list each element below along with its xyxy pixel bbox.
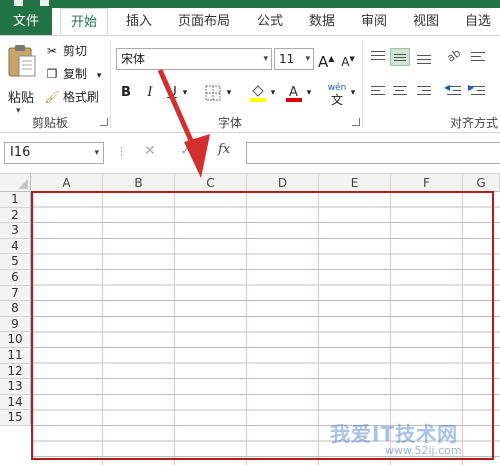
formula-input[interactable] (246, 142, 500, 164)
cancel-icon[interactable]: ✕ (144, 143, 156, 159)
more-icon: ⋮ (116, 145, 127, 158)
column-header-f[interactable]: F (391, 174, 463, 192)
phonetic-button[interactable]: wén 文 (326, 82, 348, 106)
title-bar (0, 0, 500, 8)
formula-bar: I16 ▾ ⋮ ✕ ✓ fx (0, 133, 500, 174)
tab-file[interactable]: 文件 (0, 8, 52, 35)
row-header-5[interactable]: 5 (0, 254, 31, 270)
chevron-down-icon[interactable]: ▾ (180, 82, 190, 104)
font-group-label: 字体 (217, 116, 242, 130)
tab-insert[interactable]: 插入 (116, 8, 162, 35)
tab-home[interactable]: 开始 (60, 8, 108, 35)
align-middle-icon[interactable] (390, 48, 410, 66)
tab-page-layout[interactable]: 页面布局 (168, 8, 240, 35)
wrap-text-icon[interactable] (468, 48, 488, 66)
chevron-down-icon[interactable]: ▾ (304, 82, 314, 104)
decrease-indent-icon[interactable]: ◀ (444, 82, 464, 100)
chevron-down-icon: ▾ (263, 54, 268, 64)
row-header-1[interactable]: 1 (0, 192, 31, 208)
row-header-4[interactable]: 4 (0, 238, 31, 255)
align-right-icon[interactable] (414, 82, 434, 100)
clipboard-group-label: 剪贴板 (31, 116, 68, 130)
row-header-13[interactable]: 13 (0, 379, 31, 395)
paste-icon (8, 45, 36, 77)
insert-function-icon[interactable]: fx (218, 142, 230, 157)
chevron-down-icon: ▾ (96, 71, 102, 81)
row-header-9[interactable]: 9 (0, 316, 31, 333)
align-center-icon[interactable] (390, 82, 410, 100)
group-divider (110, 40, 111, 128)
paint-bucket-icon (250, 84, 266, 102)
align-top-icon[interactable] (368, 48, 388, 66)
row-header-6[interactable]: 6 (0, 270, 31, 286)
name-box[interactable]: I16 ▾ (4, 142, 104, 164)
font-color-button[interactable]: A (284, 82, 304, 104)
select-all-corner[interactable] (0, 174, 31, 192)
shrink-font-button[interactable]: A▼ (340, 48, 356, 70)
chevron-down-icon: ▾ (305, 54, 310, 64)
row-header-7[interactable]: 7 (0, 285, 31, 302)
font-size-select[interactable]: 11 ▾ (274, 48, 314, 70)
grow-font-button[interactable]: A▲ (318, 48, 334, 71)
chevron-down-icon[interactable]: ▾ (268, 82, 278, 104)
group-divider (362, 40, 363, 128)
row-header-8[interactable]: 8 (0, 301, 31, 317)
bold-button[interactable]: B (118, 82, 134, 104)
row-header-3[interactable]: 3 (0, 223, 31, 239)
column-header-c[interactable]: C (175, 174, 247, 192)
column-header-b[interactable]: B (103, 174, 175, 192)
paste-label: 粘贴 (8, 91, 35, 106)
format-painter-button[interactable]: 🖌 格式刷 (44, 87, 99, 107)
clipboard-launcher-icon[interactable] (100, 118, 108, 126)
align-left-icon[interactable] (368, 82, 388, 100)
tab-formulas[interactable]: 公式 (248, 8, 292, 35)
watermark-text: 我爱IT技术网 (330, 422, 459, 446)
alignment-group-label: 对齐方式 (449, 116, 498, 130)
italic-button[interactable]: I (142, 82, 158, 104)
confirm-icon[interactable]: ✓ (180, 143, 192, 159)
scissors-icon: ✂ (46, 44, 58, 58)
cut-button[interactable]: ✂ 剪切 (44, 41, 87, 61)
tab-review[interactable]: 审阅 (352, 8, 396, 35)
svg-text:A: A (289, 85, 298, 100)
tab-auto[interactable]: 自选 (456, 8, 500, 35)
fill-color-button[interactable] (248, 82, 268, 104)
chevron-down-icon[interactable]: ▾ (348, 82, 358, 104)
ribbon-home: 粘贴 ▾ ✂ 剪切 ❐ 复制 ▾ 🖌 格式刷 剪贴板 宋体 ▾ 11 ▾ A▲ A▼ B … (0, 36, 500, 133)
copy-icon: ❐ (46, 67, 58, 81)
row-header-11[interactable]: 11 (0, 348, 31, 364)
row-header-10[interactable]: 10 (0, 332, 31, 348)
paintbrush-icon: 🖌 (44, 90, 60, 104)
row-header-12[interactable]: 12 (0, 363, 31, 380)
font-launcher-icon[interactable] (352, 118, 360, 126)
save-icon[interactable] (14, 0, 23, 6)
column-header-g[interactable]: G (463, 174, 500, 192)
font-name-select[interactable]: 宋体 ▾ (116, 48, 272, 70)
undo-icon[interactable] (40, 0, 49, 6)
align-bottom-icon[interactable] (414, 48, 434, 66)
column-header-e[interactable]: E (319, 174, 391, 192)
chevron-down-icon: ▾ (94, 148, 99, 158)
copy-button[interactable]: ❐ 复制 ▾ (44, 64, 102, 84)
paste-button[interactable]: 粘贴 ▾ (6, 42, 38, 116)
row-header-14[interactable]: 14 (0, 394, 31, 411)
row-header-2[interactable]: 2 (0, 207, 31, 224)
column-header-d[interactable]: D (247, 174, 319, 192)
tab-data[interactable]: 数据 (300, 8, 344, 35)
watermark-url: www.52ij.com (385, 444, 462, 457)
increase-indent-icon[interactable]: ▶ (468, 82, 488, 100)
borders-button[interactable] (204, 82, 222, 104)
underline-button[interactable]: U (164, 82, 180, 104)
font-color-icon: A (286, 85, 302, 102)
column-header-a[interactable]: A (31, 174, 103, 192)
row-header-15[interactable]: 15 (0, 410, 31, 426)
chevron-down-icon[interactable]: ▾ (224, 82, 234, 104)
tab-view[interactable]: 视图 (404, 8, 448, 35)
orientation-icon[interactable]: ab (444, 46, 464, 66)
borders-icon (205, 85, 221, 100)
ribbon-tabs: 文件 开始 插入 页面布局 公式 数据 审阅 视图 自选 (0, 8, 500, 36)
